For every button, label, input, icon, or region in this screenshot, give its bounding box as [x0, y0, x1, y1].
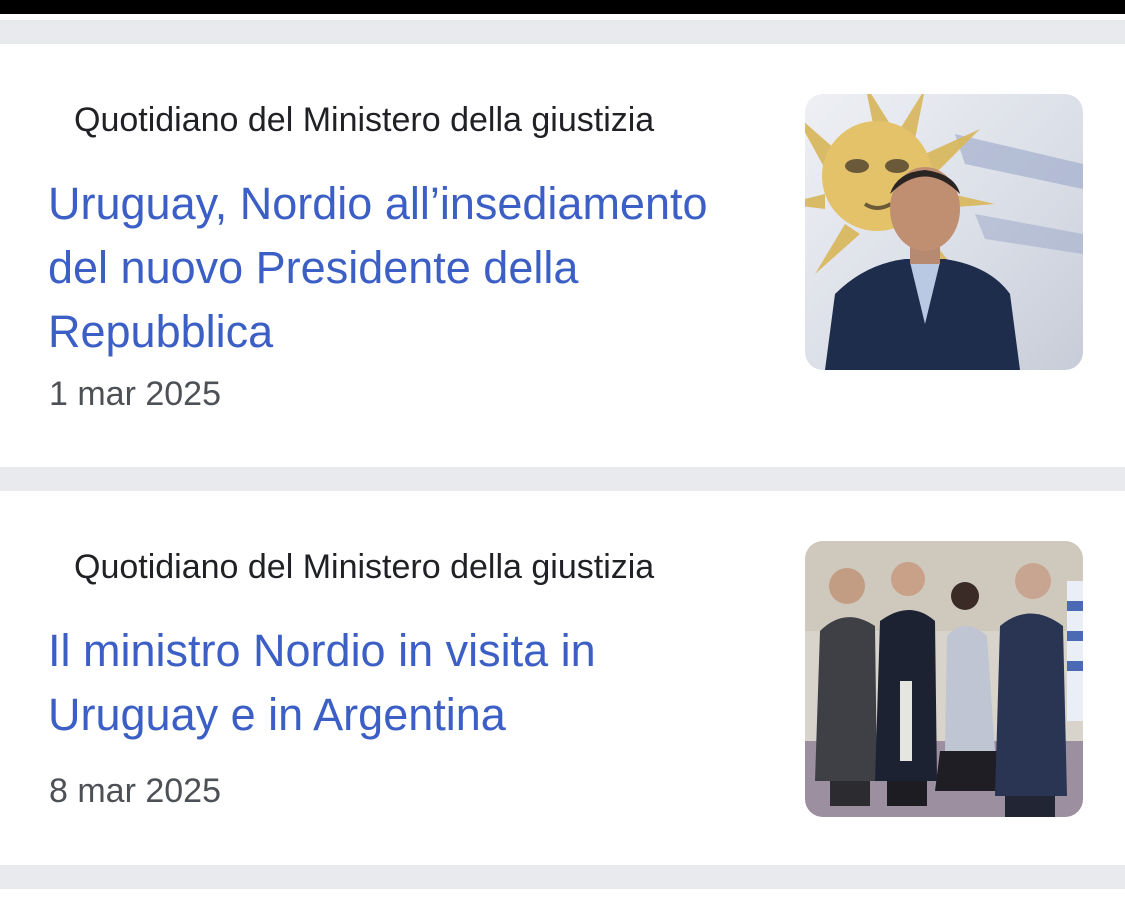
- separator: [0, 865, 1125, 889]
- separator: [0, 20, 1125, 44]
- publish-date: 8 mar 2025: [49, 772, 221, 810]
- thumbnail-image[interactable]: [805, 541, 1083, 817]
- news-result-1[interactable]: Quotidiano del Ministero della giustizia…: [0, 44, 1125, 467]
- headline-link[interactable]: Il ministro Nordio in visita in Uruguay …: [48, 619, 768, 747]
- separator: [0, 467, 1125, 491]
- source-name: Quotidiano del Ministero della giustizia: [74, 101, 655, 139]
- publish-date: 1 mar 2025: [49, 375, 221, 413]
- status-bar-edge: [0, 0, 1125, 14]
- news-result-2[interactable]: Quotidiano del Ministero della giustizia…: [0, 491, 1125, 865]
- source-name: Quotidiano del Ministero della giustizia: [74, 548, 655, 586]
- headline-link[interactable]: Uruguay, Nordio all’insediamento del nuo…: [48, 172, 768, 364]
- thumbnail-image[interactable]: [805, 94, 1083, 370]
